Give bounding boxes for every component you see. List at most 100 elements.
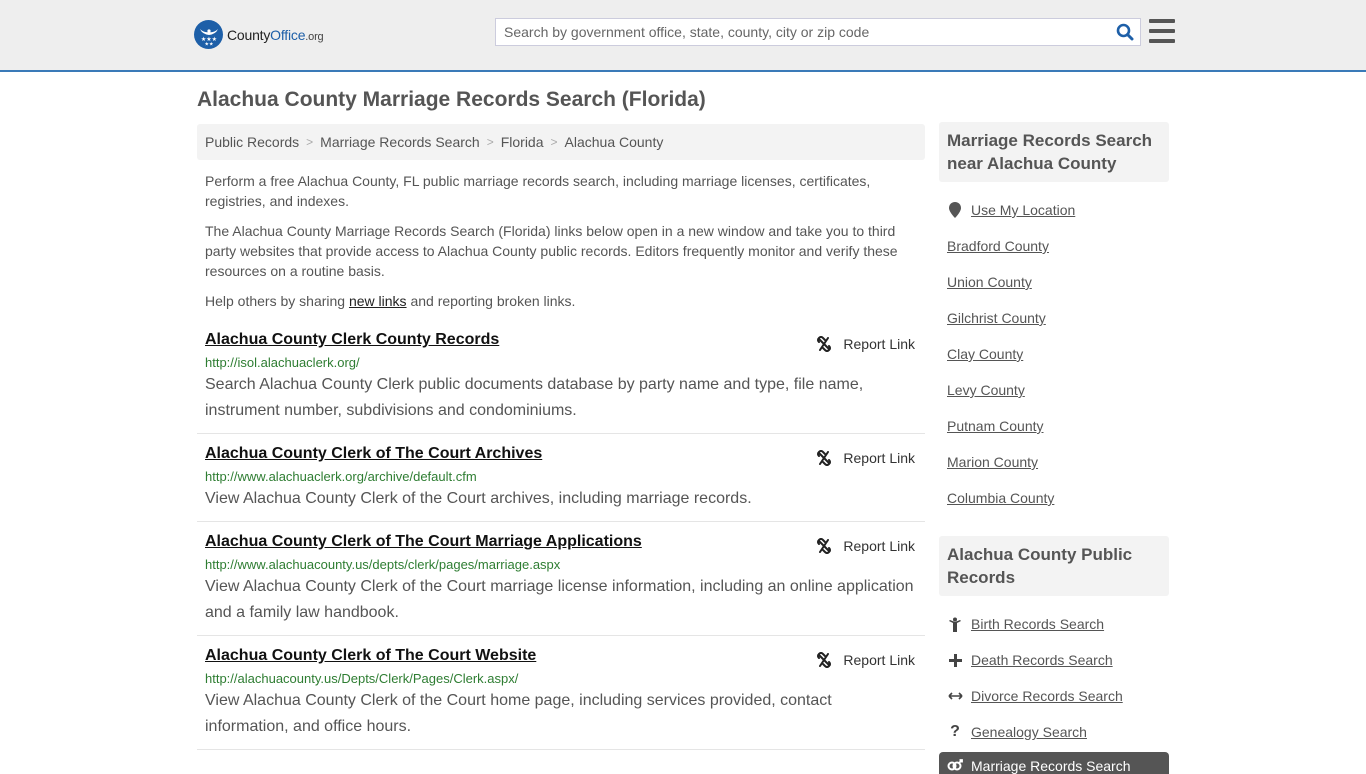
report-link-button[interactable]: Report Link [816,652,915,668]
breadcrumb-florida[interactable]: Florida [501,134,544,150]
nearby-county-item: Union County [947,264,1161,300]
nearby-county-item: Putnam County [947,408,1161,444]
marriage-records-active-item[interactable]: Marriage Records Search [939,752,1169,774]
gender-icon [947,758,963,774]
result-item: Alachua County Clerk of The Court Archiv… [197,434,925,522]
result-description: View Alachua County Clerk of the Court h… [205,692,832,735]
county-link-gilchrist[interactable]: Gilchrist County [947,310,1046,326]
search-button[interactable] [1110,19,1140,45]
logo-office: Office [270,26,306,43]
arrows-horizontal-icon [947,691,963,701]
intro-paragraph: Perform a free Alachua County, FL public… [205,173,871,209]
share-paragraph: Help others by sharing new links and rep… [205,291,917,311]
broken-link-icon [817,652,832,668]
breadcrumb-separator: > [550,135,558,149]
use-my-location-item: Use My Location [947,192,1161,228]
share-text: Help others by sharing [205,293,349,309]
county-link-levy[interactable]: Levy County [947,382,1025,398]
result-title-link[interactable]: Alachua County Clerk of The Court Websit… [205,646,536,666]
death-records-link[interactable]: Death Records Search [971,652,1113,668]
broken-link-icon [817,450,832,466]
hamburger-menu-button[interactable] [1149,19,1175,43]
question-icon: ? [950,723,960,740]
map-marker-icon [947,202,963,218]
public-record-item: Divorce Records Search [947,678,1161,714]
county-link-columbia[interactable]: Columbia County [947,490,1054,506]
nearby-county-item: Bradford County [947,228,1161,264]
menu-bar-icon [1149,29,1175,33]
main-content: Public Records > Marriage Records Search… [197,124,925,750]
page-title: Alachua County Marriage Records Search (… [197,88,706,111]
svg-text:★★: ★★ [204,41,213,46]
broken-link-icon [817,336,832,352]
report-link-label: Report Link [843,450,915,466]
public-records-list: Birth Records Search Death Records Searc… [939,596,1169,750]
share-text: and reporting broken links. [406,293,576,309]
public-record-item: Death Records Search [947,642,1161,678]
use-my-location-link[interactable]: Use My Location [971,202,1075,218]
report-link-button[interactable]: Report Link [816,450,915,466]
report-link-button[interactable]: Report Link [816,336,915,352]
result-title-link[interactable]: Alachua County Clerk of The Court Marria… [205,532,642,552]
result-url: http://isol.alachuaclerk.org/ [205,355,360,370]
county-link-union[interactable]: Union County [947,274,1032,290]
public-record-item: Birth Records Search [947,606,1161,642]
result-title-link[interactable]: Alachua County Clerk of The Court Archiv… [205,444,542,464]
nearby-list: Use My Location Bradford County Union Co… [939,182,1169,516]
breadcrumb-public-records[interactable]: Public Records [205,134,299,150]
result-title-link[interactable]: Alachua County Clerk County Records [205,330,499,350]
eagle-logo-icon: ★★★ ★★ [194,20,223,49]
result-description: Search Alachua County Clerk public docum… [205,376,864,419]
breadcrumb-marriage-records[interactable]: Marriage Records Search [320,134,480,150]
public-record-item: ? Genealogy Search [947,714,1161,750]
breadcrumb-separator: > [306,135,314,149]
report-link-label: Report Link [843,336,915,352]
genealogy-search-link[interactable]: Genealogy Search [971,724,1087,740]
county-link-clay[interactable]: Clay County [947,346,1023,362]
county-link-bradford[interactable]: Bradford County [947,238,1049,254]
menu-bar-icon [1149,39,1175,43]
intro-paragraph: The Alachua County Marriage Records Sear… [205,223,898,279]
child-icon [947,617,963,632]
public-records-heading: Alachua County Public Records [939,536,1169,596]
site-logo[interactable]: ★★★ ★★ CountyOffice.org [194,20,324,49]
nearby-county-item: Marion County [947,444,1161,480]
result-url: http://www.alachuaclerk.org/archive/defa… [205,469,477,484]
result-item: Alachua County Clerk of The Court Websit… [197,636,925,750]
logo-org: .org [305,30,324,43]
nearby-county-item: Columbia County [947,480,1161,516]
result-description: View Alachua County Clerk of the Court a… [205,490,752,507]
marriage-records-label: Marriage Records Search [971,758,1131,774]
birth-records-link[interactable]: Birth Records Search [971,616,1104,632]
nearby-county-item: Clay County [947,336,1161,372]
report-link-button[interactable]: Report Link [816,538,915,554]
report-link-label: Report Link [843,652,915,668]
new-links-link[interactable]: new links [349,293,407,309]
nearby-county-item: Levy County [947,372,1161,408]
sidebar: Marriage Records Search near Alachua Cou… [939,122,1169,774]
search-icon [1116,23,1134,41]
breadcrumb: Public Records > Marriage Records Search… [197,124,925,160]
county-link-marion[interactable]: Marion County [947,454,1038,470]
results-list: Alachua County Clerk County Records Repo… [197,330,925,750]
broken-link-icon [817,538,832,554]
breadcrumb-alachua-county[interactable]: Alachua County [565,134,664,150]
nearby-heading: Marriage Records Search near Alachua Cou… [939,122,1169,182]
logo-text: CountyOffice.org [227,26,324,43]
report-link-label: Report Link [843,538,915,554]
breadcrumb-separator: > [486,135,494,149]
result-description: View Alachua County Clerk of the Court m… [205,578,914,621]
nearby-county-item: Gilchrist County [947,300,1161,336]
result-item: Alachua County Clerk of The Court Marria… [197,522,925,636]
search-input[interactable] [496,19,1110,45]
search-bar [495,18,1141,46]
county-link-putnam[interactable]: Putnam County [947,418,1044,434]
divorce-records-link[interactable]: Divorce Records Search [971,688,1123,704]
result-url: http://alachuacounty.us/Depts/Clerk/Page… [205,671,519,686]
result-item: Alachua County Clerk County Records Repo… [197,330,925,434]
site-header: ★★★ ★★ CountyOffice.org [0,0,1366,72]
logo-county: County [227,26,271,43]
intro-text: Perform a free Alachua County, FL public… [197,171,925,311]
result-url: http://www.alachuacounty.us/depts/clerk/… [205,557,561,572]
cross-icon [947,653,963,667]
